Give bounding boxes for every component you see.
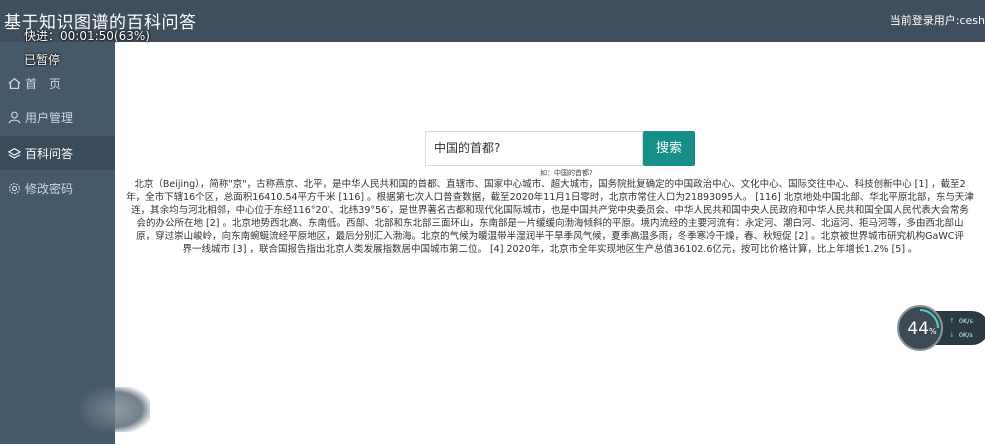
- gear-icon: [6, 180, 22, 196]
- user-icon: [6, 109, 22, 125]
- upload-arrow-icon: ↑: [949, 317, 955, 325]
- answer-text: 北京（Beijing），简称"京"，古称燕京、北平，是中华人民共和国的首都、直辖…: [115, 178, 985, 256]
- answer-line: 北京（Beijing），简称"京"，古称燕京、北平，是中华人民共和国的首都、直辖…: [134, 179, 966, 190]
- sidebar-item-label: 用户管理: [25, 110, 74, 125]
- video-paused-overlay: 已暂停: [24, 53, 61, 67]
- current-user-label: 当前登录用户:cesh: [889, 14, 985, 27]
- download-arrow-icon: ↓: [949, 331, 955, 339]
- sidebar: 首 页 用户管理 百科问答 修改密码: [0, 42, 150, 444]
- search-button[interactable]: 搜索: [643, 131, 695, 166]
- sidebar-item-label: 百科问答: [25, 146, 74, 161]
- sidebar-item-user-management[interactable]: 用户管理: [0, 100, 115, 134]
- answer-line: 连，其余均与河北相邻，中心位于东经116°20′、北纬39°56′，是世界著名古…: [131, 205, 969, 216]
- answer-line: 年，全市下辖16个区，总面积16410.54平方千米 [116] 。根据第七次人…: [126, 192, 974, 203]
- sidebar-item-label: 首 页: [25, 76, 62, 91]
- sidebar-item-qa[interactable]: 百科问答: [0, 136, 115, 170]
- video-progress-overlay: 快进：00:01:50(63%): [24, 29, 150, 43]
- sidebar-item-change-password[interactable]: 修改密码: [0, 171, 115, 205]
- network-speed-widget[interactable]: ↑ 0K/s ↓ 0K/s 44%: [897, 305, 985, 351]
- home-icon: [6, 75, 22, 91]
- speed-gauge: 44%: [897, 305, 943, 351]
- sidebar-item-label: 修改密码: [25, 181, 74, 196]
- upload-rate: ↑ 0K/s: [949, 317, 973, 325]
- answer-line: 原，穿过崇山峻岭，向东南蜿蜒流经平原地区，最后分别汇入渤海。北京的气候为暖温带半…: [136, 231, 964, 242]
- speed-percent: 44%: [907, 319, 937, 339]
- sidebar-item-home[interactable]: 首 页: [0, 66, 115, 100]
- blurred-region: [80, 387, 150, 432]
- download-rate: ↓ 0K/s: [949, 331, 973, 339]
- answer-line: 会的办公所在地 [2] 。北京地势西北高、东南低。西部、北部和东北部三面环山，东…: [136, 218, 964, 229]
- search-hint: 如：中国的首都?: [540, 169, 593, 177]
- layers-icon: [6, 145, 22, 161]
- search-input[interactable]: 中国的首都?: [425, 131, 643, 166]
- answer-line: 界一线城市 [3] ，联合国报告指出北京人类发展指数居中国城市第二位。 [4] …: [182, 244, 918, 255]
